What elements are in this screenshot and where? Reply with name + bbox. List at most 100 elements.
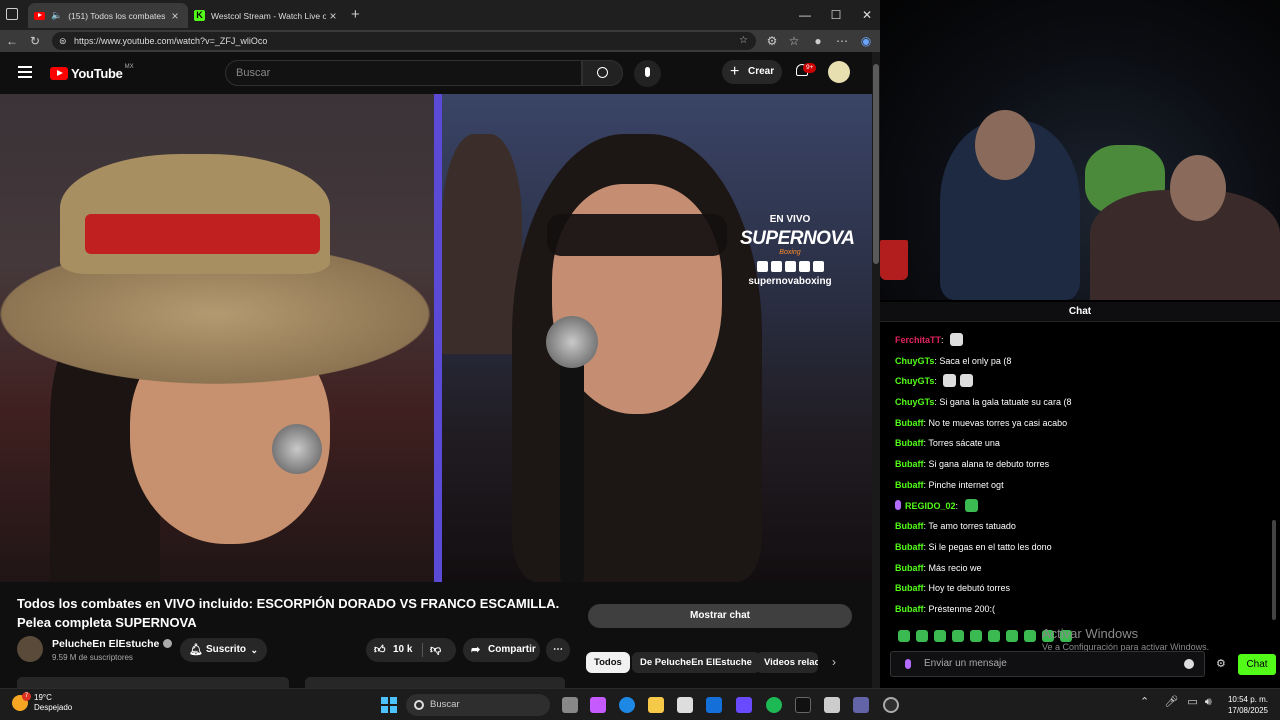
chat-separator: : (941, 335, 947, 345)
chat-text: Torres sácate una (928, 438, 1000, 449)
chat-username[interactable]: REGIDO_02 (905, 501, 956, 511)
chat-username[interactable]: Bubaff (895, 604, 924, 614)
chip-related-videos[interactable]: Videos relacionados (756, 652, 818, 673)
page-scrollbar[interactable] (872, 52, 880, 688)
create-button[interactable]: + Crear (722, 60, 782, 84)
copilot-icon[interactable]: ◉ (858, 33, 874, 49)
chat-username[interactable]: ChuyGTs (895, 356, 934, 366)
system-tray[interactable]: ⌃ 🎤︎ ▭ 🔊︎ (1140, 695, 1212, 709)
task-view-icon[interactable] (562, 697, 578, 713)
account-avatar[interactable] (828, 61, 850, 83)
emoji-picker-icon[interactable] (1184, 659, 1194, 669)
edge-app-icon[interactable] (619, 697, 635, 713)
subscribed-button[interactable]: 🔔︎ Suscrito ⌄ (180, 638, 267, 662)
chip-from-channel[interactable]: De PelucheEn ElEstuche (632, 652, 760, 673)
voice-search-button[interactable] (634, 60, 661, 87)
tab-youtube[interactable]: 🔈 (151) Todos los combates en VIVO inclu… (28, 3, 188, 28)
chat-text: Te amo torres tatuado (928, 521, 1016, 532)
chat-message-input[interactable]: Enviar un mensaje (890, 651, 1205, 677)
favorite-star-icon[interactable]: ☆ (739, 32, 748, 50)
favorites-icon[interactable]: ☆ (786, 33, 802, 49)
close-window-icon[interactable]: ✕ (852, 6, 880, 24)
microphone-icon (645, 67, 650, 77)
minimize-icon[interactable]: — (790, 6, 820, 24)
speaker-icon[interactable]: 🔈 (51, 10, 62, 21)
chat-header: Chat (880, 302, 1280, 322)
chat-scrollbar[interactable] (1272, 520, 1276, 620)
tab-strip: 🔈 (151) Todos los combates en VIVO inclu… (0, 0, 880, 30)
chat-username[interactable]: ChuyGTs (895, 397, 934, 407)
chat-messages: FerchitaTT: ChuyGTs: Saca el only pa (8 C… (895, 330, 1265, 620)
file-explorer-icon[interactable] (648, 697, 664, 713)
share-button[interactable]: ➦ Compartir (463, 638, 540, 662)
copilot-app-icon[interactable] (590, 697, 606, 713)
youtube-logo[interactable]: YouTube MX (50, 63, 134, 81)
chrome-app-icon[interactable] (883, 697, 899, 713)
address-bar-row: ← ↻ ⊜ https://www.youtube.com/watch?v=_Z… (0, 30, 880, 52)
channel-name[interactable]: PelucheEn ElEstuche (52, 638, 173, 650)
site-info-icon[interactable]: ⊜ (59, 32, 67, 50)
chip-all[interactable]: Todos (586, 652, 630, 673)
chat-username[interactable]: ChuyGTs (895, 376, 934, 386)
chat-send-button[interactable]: Chat (1238, 654, 1276, 675)
chat-message: Bubaff: Pinche internet ogt (895, 475, 1265, 496)
chat-message: Bubaff: Si gana alana te debuto torres (895, 454, 1265, 475)
teams-app-icon[interactable] (853, 697, 869, 713)
chat-username[interactable]: Bubaff (895, 459, 924, 469)
tab-kick[interactable]: K Westcol Stream - Watch Live on Kick × (188, 3, 346, 28)
refresh-icon[interactable]: ↻ (27, 33, 43, 49)
chat-settings-gear-icon[interactable]: ⚙ (1216, 657, 1226, 670)
stream-webcam[interactable] (880, 0, 1280, 300)
spotify-app-icon[interactable] (766, 697, 782, 713)
chevron-right-icon[interactable]: › (832, 655, 836, 669)
tab-actions-icon[interactable] (6, 8, 18, 20)
chat-username[interactable]: Bubaff (895, 542, 924, 552)
hamburger-menu-icon[interactable] (18, 66, 32, 78)
new-tab-icon[interactable]: + (351, 6, 360, 23)
chat-username[interactable]: Bubaff (895, 583, 924, 593)
like-button[interactable]: 👍︎ 10 k 👎︎ (366, 638, 456, 662)
menu-dots-icon[interactable]: ⋯ (834, 33, 850, 49)
tiktok-app-icon[interactable] (795, 697, 811, 713)
start-button-windows-icon[interactable] (381, 697, 397, 713)
video-player[interactable]: EN VIVO SUPERNOVA Boxing supernovaboxing (0, 94, 872, 582)
chat-text: Préstenme 200:( (928, 603, 996, 614)
live-label: EN VIVO (769, 214, 811, 225)
store-app-icon[interactable] (677, 697, 693, 713)
chevron-down-icon: ⌄ (250, 645, 258, 655)
close-tab-icon[interactable]: × (168, 9, 182, 23)
chat-username[interactable]: Bubaff (895, 418, 924, 428)
extensions-icon[interactable]: ⚙ (764, 33, 780, 49)
chat-username[interactable]: Bubaff (895, 480, 924, 490)
games-app-icon[interactable] (736, 697, 752, 713)
profile-icon[interactable]: ● (810, 33, 826, 49)
channel-avatar[interactable] (17, 636, 43, 662)
close-tab-icon[interactable]: × (326, 9, 340, 23)
chat-message: Bubaff: Torres sácate una (895, 433, 1265, 454)
chevron-up-icon[interactable]: ⌃ (1140, 696, 1149, 708)
maximize-icon[interactable]: ☐ (821, 6, 851, 24)
chat-username[interactable]: Bubaff (895, 563, 924, 573)
search-button[interactable] (582, 60, 623, 86)
volume-icon[interactable]: 🔊︎ (1205, 696, 1212, 708)
weather-widget[interactable]: 7 19°C Despejado (12, 692, 72, 713)
microphone-tray-icon[interactable]: 🎤︎ (1164, 696, 1178, 708)
chat-username[interactable]: FerchitaTT (895, 335, 941, 345)
chat-username[interactable]: Bubaff (895, 438, 924, 448)
back-icon[interactable]: ← (4, 33, 20, 49)
country-code: MX (124, 63, 134, 70)
url-field[interactable]: ⊜ https://www.youtube.com/watch?v=_ZFJ_w… (52, 32, 756, 50)
notepad-app-icon[interactable] (824, 697, 840, 713)
watermark-title: Activar Windows (1042, 626, 1139, 641)
search-input[interactable]: Buscar (225, 60, 582, 86)
taskbar-search[interactable]: Buscar (406, 694, 550, 716)
taskbar-clock[interactable]: 10:54 p. m. 17/08/2025 (1218, 694, 1268, 716)
show-chat-button[interactable]: Mostrar chat (588, 604, 852, 628)
thumbs-down-icon[interactable]: 👎︎ (430, 638, 441, 662)
network-icon[interactable]: ▭ (1187, 696, 1197, 708)
outlook-app-icon[interactable] (706, 697, 722, 713)
youtube-favicon-icon (34, 11, 45, 20)
more-actions-button[interactable]: ⋯ (546, 638, 570, 662)
chat-message: Bubaff: No te muevas torres ya casi acab… (895, 413, 1265, 434)
chat-username[interactable]: Bubaff (895, 521, 924, 531)
